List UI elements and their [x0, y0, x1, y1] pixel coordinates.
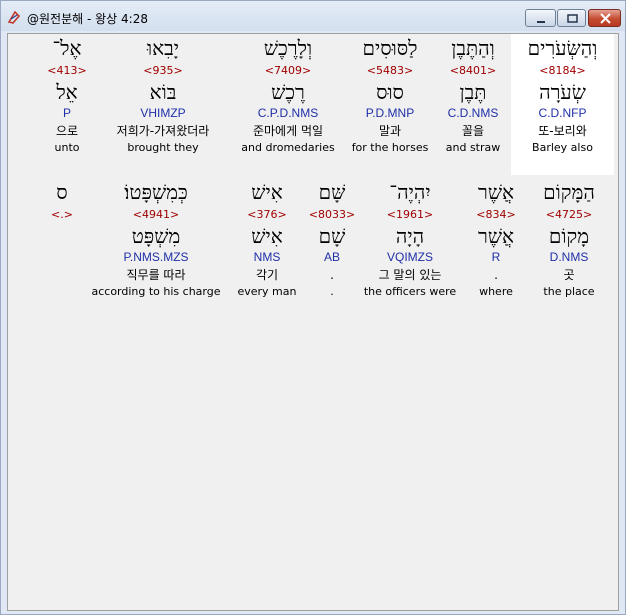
hebrew-word: ס — [56, 180, 68, 204]
english-gloss: . — [330, 285, 334, 298]
hebrew-word: הַמָּקוֹם — [543, 180, 595, 204]
strong-number[interactable]: <.> — [46, 206, 78, 223]
word-cell[interactable]: לַסּוּסִים <5483> סוּס P.D.MNP 말과 for th… — [346, 34, 434, 156]
hebrew-lexeme: מָקוֹם — [548, 224, 590, 248]
korean-gloss: . — [494, 268, 498, 282]
hebrew-lexeme: אֲשֶׁר — [478, 224, 514, 248]
strong-number[interactable]: <376> — [234, 206, 300, 223]
close-icon — [600, 13, 611, 24]
strong-number[interactable]: <1961> — [360, 206, 460, 223]
hebrew-lexeme: בּוֹא — [149, 80, 177, 104]
english-gloss: the officers were — [363, 285, 457, 298]
minimize-button[interactable] — [525, 9, 556, 27]
hebrew-lexeme: רֶכֶשׁ — [271, 80, 305, 104]
english-gloss: brought they — [127, 141, 199, 154]
strong-number[interactable]: <7409> — [236, 62, 340, 79]
hebrew-word: וְהַשְּׂעֹרִים — [527, 36, 598, 60]
strong-number[interactable]: <935> — [98, 62, 228, 79]
word-cell[interactable]: אֶל־ <413> אֵל P 으로 unto — [40, 34, 94, 156]
hebrew-word: וְהַתֶּבֶן — [451, 36, 495, 60]
korean-gloss: 으로 — [55, 124, 79, 138]
word-cell[interactable]: שָּׁם <8033> שָׁם AB . . — [304, 178, 360, 300]
korean-gloss: 곳 — [563, 268, 575, 282]
word-cell[interactable]: יָבִאוּ <935> בּוֹא VHIMZP 저희가-가져왔더라 bro… — [98, 34, 228, 156]
english-gloss: every man — [237, 285, 297, 298]
english-gloss: unto — [54, 141, 80, 154]
word-cell[interactable]: יִהְיֶה־ <1961> הָיָה VQIMZS 그 말의 있는 the… — [360, 178, 460, 300]
word-cell[interactable]: ס <.> — [46, 178, 78, 223]
word-cell[interactable]: הַמָּקוֹם <4725> מָקוֹם D.NMS 곳 the plac… — [530, 178, 608, 300]
morphology-code: C.P.D.NMS — [257, 106, 319, 120]
morphology-code: P.NMS.MZS — [123, 250, 189, 264]
morphology-code: R — [491, 250, 501, 264]
word-cell[interactable]: אֲשֶׁר <834> אֲשֶׁר R . where — [468, 178, 524, 300]
korean-gloss: 꼴을 — [461, 124, 485, 138]
english-gloss: Barley also — [532, 141, 593, 154]
hebrew-word: וְלָרֶכֶשׁ — [263, 36, 313, 60]
hebrew-word: כְּמִשְׁפָּטוֹ׃ — [124, 180, 188, 204]
maximize-icon — [567, 14, 578, 23]
word-cell[interactable]: כְּמִשְׁפָּטוֹ׃ <4941> מִשְׁפָּט P.NMS.M… — [82, 178, 230, 300]
word-cell[interactable]: וְהַתֶּבֶן <8401> תֶּבֶן C.D.NMS 꼴을 and … — [440, 34, 506, 156]
morphology-code: D.NMS — [549, 250, 589, 264]
app-logo-icon — [6, 9, 22, 25]
maximize-button[interactable] — [557, 9, 586, 27]
morphology-code: AB — [323, 250, 340, 264]
strong-number[interactable]: <4941> — [82, 206, 230, 223]
hebrew-word: אֶל־ — [52, 36, 82, 60]
english-gloss: where — [479, 285, 513, 298]
english-gloss: and straw — [445, 141, 501, 154]
hebrew-word: שָּׁם — [318, 180, 346, 204]
korean-gloss: 각기 — [255, 268, 279, 282]
korean-gloss: 직무를 따라 — [126, 268, 186, 282]
title-bar[interactable]: @원전분해 - 왕상 4:28 — [1, 1, 625, 31]
morphology-code: VQIMZS — [386, 250, 433, 264]
hebrew-word: אֲשֶׁר — [478, 180, 514, 204]
window-title: @원전분해 - 왕상 4:28 — [27, 12, 148, 26]
strong-number[interactable]: <8033> — [304, 206, 360, 223]
minimize-icon — [537, 21, 545, 23]
hebrew-lexeme: מִשְׁפָּט — [131, 224, 181, 248]
hebrew-lexeme: אֵל — [56, 80, 78, 104]
morphology-code: P — [62, 106, 71, 120]
korean-gloss: 그 말의 있는 — [378, 268, 442, 282]
morphology-code: VHIMZP — [140, 106, 186, 120]
korean-gloss: 또-보리와 — [538, 124, 587, 138]
hebrew-lexeme: הָיָה — [395, 224, 425, 248]
morphology-code: C.D.NFP — [538, 106, 587, 120]
morphology-code: NMS — [253, 250, 281, 264]
korean-gloss: 말과 — [378, 124, 402, 138]
interlinear-panel: וְהַשְּׂעֹרִים <8184> שְׂעֹרָה C.D.NFP 또… — [7, 33, 619, 611]
hebrew-word: יָבִאוּ — [146, 36, 179, 60]
korean-gloss: 준마에게 먹일 — [252, 124, 324, 138]
word-cell[interactable]: אִישׁ <376> אִישׁ NMS 각기 every man — [234, 178, 300, 300]
strong-number[interactable]: <834> — [468, 206, 524, 223]
hebrew-lexeme: שְׂעֹרָה — [539, 80, 586, 104]
hebrew-lexeme: תֶּבֶן — [459, 80, 487, 104]
english-gloss: and dromedaries — [241, 141, 335, 154]
strong-number[interactable]: <5483> — [346, 62, 434, 79]
hebrew-lexeme: אִישׁ — [251, 224, 283, 248]
morphology-code: P.D.MNP — [365, 106, 415, 120]
close-button[interactable] — [588, 9, 621, 27]
word-cell[interactable]: וְהַשְּׂעֹרִים <8184> שְׂעֹרָה C.D.NFP 또… — [511, 34, 614, 175]
hebrew-lexeme: סוּס — [376, 80, 404, 104]
hebrew-word: אִישׁ — [251, 180, 283, 204]
strong-number[interactable]: <8184> — [511, 62, 614, 79]
korean-gloss: . — [330, 268, 334, 282]
app-window: @원전분해 - 왕상 4:28 וְהַשְּׂעֹרִים <8184> שְ… — [0, 0, 626, 615]
hebrew-word: לַסּוּסִים — [362, 36, 418, 60]
strong-number[interactable]: <413> — [40, 62, 94, 79]
hebrew-lexeme: שָׁם — [318, 224, 346, 248]
hebrew-word: יִהְיֶה־ — [389, 180, 431, 204]
strong-number[interactable]: <4725> — [530, 206, 608, 223]
english-gloss: for the horses — [351, 141, 429, 154]
strong-number[interactable]: <8401> — [440, 62, 506, 79]
morphology-code: C.D.NMS — [447, 106, 499, 120]
word-cell[interactable]: וְלָרֶכֶשׁ <7409> רֶכֶשׁ C.P.D.NMS 준마에게 … — [236, 34, 340, 156]
korean-gloss: 저희가-가져왔더라 — [116, 124, 210, 138]
english-gloss: according to his charge — [91, 285, 221, 298]
english-gloss: the place — [543, 285, 595, 298]
